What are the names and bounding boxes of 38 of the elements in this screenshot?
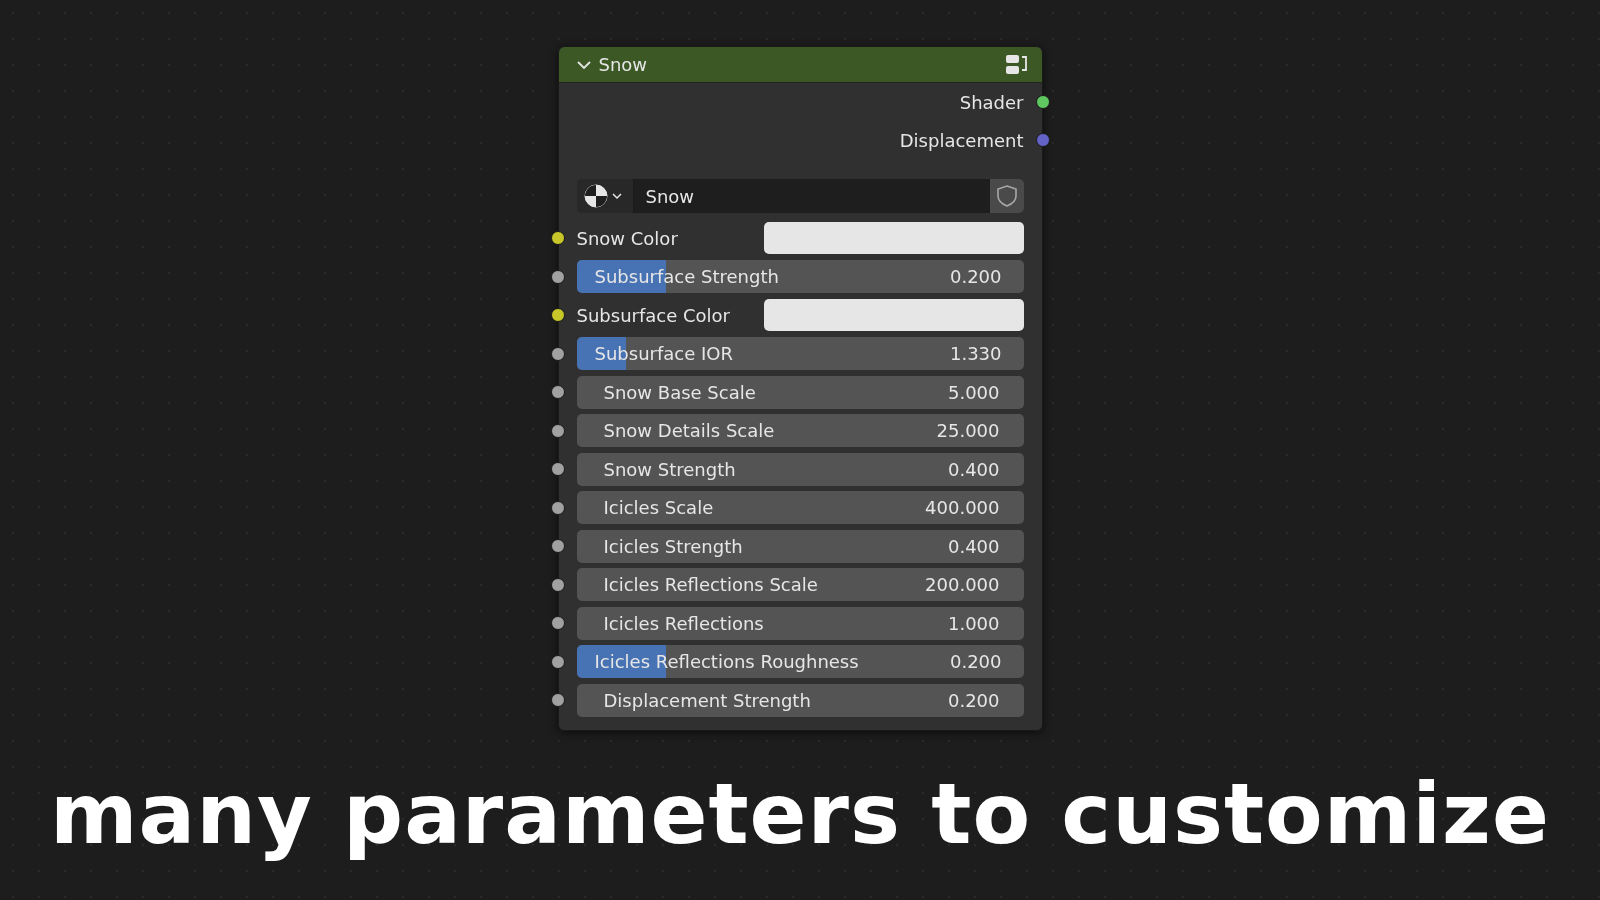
collapse-chevron-icon[interactable] xyxy=(576,59,591,70)
number-field[interactable]: Icicles Scale 400.000 xyxy=(576,491,1024,525)
socket-dot[interactable] xyxy=(1035,133,1050,147)
socket-dot[interactable] xyxy=(550,423,565,438)
socket-dot[interactable] xyxy=(550,654,565,669)
number-field[interactable]: Snow Details Scale 25.000 xyxy=(576,414,1024,448)
output-label: Displacement xyxy=(899,129,1024,151)
color-swatch[interactable] xyxy=(763,222,1024,255)
color-swatch[interactable] xyxy=(763,299,1024,332)
number-field[interactable]: Icicles Reflections 1.000 xyxy=(576,606,1024,640)
number-field[interactable]: Snow Strength 0.400 xyxy=(576,452,1024,486)
number-field[interactable]: Displacement Strength 0.200 xyxy=(576,683,1024,717)
material-browse-button[interactable] xyxy=(576,179,634,213)
shield-icon xyxy=(995,184,1018,208)
material-name-field[interactable]: Snow xyxy=(633,179,990,213)
socket-dot[interactable] xyxy=(1035,95,1050,109)
socket-dot[interactable] xyxy=(550,269,565,284)
socket-dot[interactable] xyxy=(550,616,565,631)
output-label: Shader xyxy=(959,91,1024,113)
number-field[interactable]: Icicles Strength 0.400 xyxy=(576,529,1024,563)
socket-dot[interactable] xyxy=(550,539,565,554)
socket-dot[interactable] xyxy=(550,462,565,477)
socket-dot[interactable] xyxy=(550,346,565,361)
socket-dot[interactable] xyxy=(550,577,565,592)
node-title: Snow xyxy=(598,54,649,75)
number-field[interactable]: Snow Base Scale 5.000 xyxy=(576,375,1024,409)
socket-dot[interactable] xyxy=(550,231,565,246)
socket-dot[interactable] xyxy=(550,500,565,515)
socket-dot[interactable] xyxy=(550,693,565,708)
caret-icon xyxy=(610,192,623,200)
socket-dot[interactable] xyxy=(550,385,565,400)
input-label: Snow Color xyxy=(576,227,679,249)
socket-dot[interactable] xyxy=(550,308,565,323)
caption-text: many parameters to customize xyxy=(50,764,1550,863)
material-sphere-icon xyxy=(582,183,609,209)
input-label: Subsurface Color xyxy=(576,304,731,326)
number-field[interactable]: Icicles Reflections Scale 200.000 xyxy=(576,568,1024,602)
fake-user-button[interactable] xyxy=(989,179,1024,213)
